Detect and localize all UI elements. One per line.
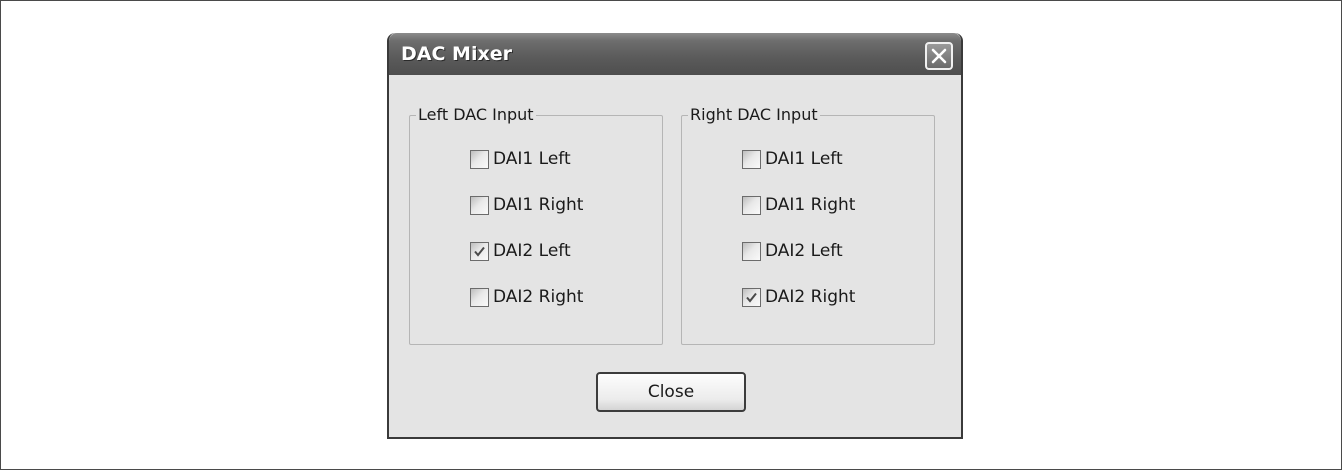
left-dac-input-label: Left DAC Input [416,105,536,124]
checkbox-box[interactable] [470,195,489,215]
right-dac-input-label: Right DAC Input [688,105,820,124]
left-dai1-left-checkbox[interactable]: DAI1 Left [470,147,571,171]
checkbox-label: DAI1 Right [493,195,584,215]
checkbox-label: DAI2 Left [493,241,571,261]
left-dai2-right-checkbox[interactable]: DAI2 Right [470,285,583,309]
checkbox-label: DAI2 Left [765,241,843,261]
right-dai2-right-checkbox[interactable]: DAI2 Right [742,285,855,309]
checkbox-label: DAI2 Right [493,287,584,307]
dac-mixer-dialog: DAC Mixer Left DAC Input DAI1 Left DAI1 … [387,33,963,439]
right-dai1-left-checkbox[interactable]: DAI1 Left [742,147,843,171]
dialog-client-area: Left DAC Input DAI1 Left DAI1 Right DAI2… [389,75,961,437]
title-close-button[interactable] [925,42,953,70]
checkbox-box[interactable] [742,241,761,261]
checkbox-box[interactable] [742,149,761,169]
right-dac-input-group: Right DAC Input DAI1 Left DAI1 Right DAI… [681,105,935,345]
checkbox-box[interactable] [470,149,489,169]
checkbox-box[interactable] [742,195,761,215]
close-x-icon [931,48,947,64]
checkbox-box[interactable] [742,287,761,307]
dialog-title: DAC Mixer [401,43,512,65]
left-dai2-left-checkbox[interactable]: DAI2 Left [470,239,571,263]
checkbox-label: DAI2 Right [765,287,856,307]
checkbox-box[interactable] [470,241,489,261]
checkbox-label: DAI1 Right [765,195,856,215]
right-dai1-right-checkbox[interactable]: DAI1 Right [742,193,855,217]
checkbox-label: DAI1 Left [493,149,571,169]
checkmark-icon [474,246,485,257]
title-bar[interactable]: DAC Mixer [389,33,961,75]
left-dac-input-group: Left DAC Input DAI1 Left DAI1 Right DAI2… [409,105,663,345]
left-dai1-right-checkbox[interactable]: DAI1 Right [470,193,583,217]
checkbox-label: DAI1 Left [765,149,843,169]
checkmark-icon [746,292,757,303]
close-button[interactable]: Close [596,372,746,412]
right-dai2-left-checkbox[interactable]: DAI2 Left [742,239,843,263]
checkbox-box[interactable] [470,287,489,307]
